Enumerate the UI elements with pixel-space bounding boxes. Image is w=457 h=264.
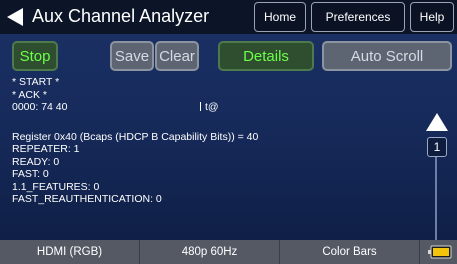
log-spacer: [12, 114, 412, 131]
scroll-up-icon[interactable]: [425, 112, 449, 132]
video-format-status[interactable]: 480p 60Hz: [140, 240, 280, 264]
page-title: Aux Channel Analyzer: [32, 6, 210, 26]
log-line-data: 0000: 74 40 t@: [12, 101, 412, 114]
log-line-field: REPEATER: 1: [12, 143, 80, 155]
log-line-start: * START *: [12, 76, 60, 88]
save-button[interactable]: Save: [110, 41, 154, 71]
clear-button[interactable]: Clear: [155, 41, 199, 71]
test-pattern-status[interactable]: Color Bars: [280, 240, 420, 264]
data-hex: 0000: 74 40: [12, 101, 68, 113]
log-line-field: 1.1_FEATURES: 0: [12, 180, 100, 193]
log-line-field: FAST: 0: [12, 168, 49, 180]
log-line-field: READY: 0: [12, 155, 60, 168]
home-button[interactable]: Home: [254, 2, 306, 32]
help-button[interactable]: Help: [410, 2, 454, 32]
analyzer-panel: Stop Save Clear Details Auto Scroll * ST…: [0, 34, 457, 263]
details-button[interactable]: Details: [218, 41, 314, 71]
top-bar: Aux Channel Analyzer Home Preferences He…: [0, 0, 457, 34]
scroll-track[interactable]: [435, 157, 437, 242]
video-interface-status[interactable]: HDMI (RGB): [0, 240, 140, 264]
preferences-button[interactable]: Preferences: [311, 2, 405, 32]
log-line-ack: * ACK *: [12, 88, 48, 101]
status-bar: HDMI (RGB) 480p 60Hz Color Bars: [0, 240, 457, 264]
stop-button[interactable]: Stop: [12, 41, 58, 71]
battery-icon: [428, 245, 452, 259]
back-arrow-icon: [7, 8, 23, 26]
log-output: * START * * ACK * 0000: 74 40 t@ Registe…: [12, 76, 412, 206]
back-button[interactable]: [2, 2, 28, 32]
log-line-register: Register 0x40 (Bcaps (HDCP B Capability …: [12, 130, 259, 143]
data-ascii: t@: [200, 101, 219, 114]
auto-scroll-button[interactable]: Auto Scroll: [322, 41, 452, 71]
data-ascii-text: t@: [205, 101, 219, 113]
page-indicator: 1: [427, 137, 447, 157]
log-line-field: FAST_REAUTHENTICATION: 0: [12, 193, 162, 205]
